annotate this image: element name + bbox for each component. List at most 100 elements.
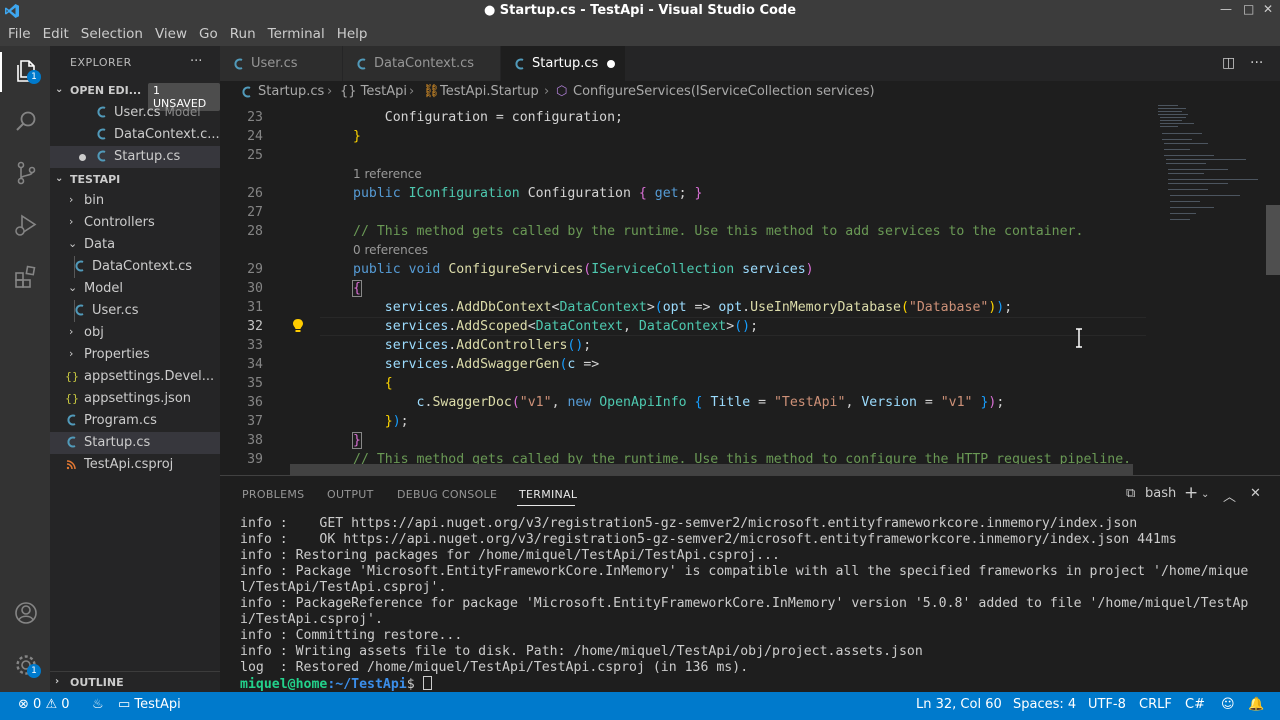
accounts-icon[interactable] (13, 600, 39, 626)
breadcrumb-class[interactable]: TestApi.Startup (440, 84, 539, 99)
class-icon: ⛓ (423, 84, 440, 99)
menu-file[interactable]: File (2, 26, 37, 42)
code-line-26: public IConfiguration Configuration { ge… (353, 186, 703, 201)
breadcrumb-namespace[interactable]: {} TestApi (340, 84, 407, 99)
maximize-panel-icon[interactable]: ︿ (1223, 486, 1236, 505)
active-indicator (0, 52, 2, 92)
tree-folder-data[interactable]: ⌄ Data (50, 234, 220, 256)
line-number: 23 (247, 110, 263, 125)
tree-file-datacontext[interactable]: DataContext.cs (50, 256, 220, 278)
chevron-right-icon: › (327, 84, 333, 99)
notifications-bell-icon[interactable]: 🔔 (1248, 697, 1264, 712)
horizontal-scrollbar[interactable] (290, 464, 1133, 475)
more-actions-icon[interactable]: ··· (190, 54, 202, 69)
tab-user-cs[interactable]: User.cs (220, 46, 343, 81)
tree-folder-obj[interactable]: › obj (50, 322, 220, 344)
line-number: 25 (247, 148, 263, 163)
open-editor-user[interactable]: User.cs Model (50, 102, 220, 124)
menu-terminal[interactable]: Terminal (262, 26, 331, 42)
terminal-line: log : Restored /home/miquel/TestApi/Test… (240, 660, 749, 675)
flame-icon[interactable]: ♨ (92, 697, 104, 712)
terminal-shell-select[interactable]: bash (1145, 486, 1176, 501)
code-editor[interactable]: 23 24 25 26 27 28 29 30 31 32 33 34 35 3… (220, 103, 1146, 475)
code-line-35: { (384, 376, 393, 391)
text-cursor-icon (1076, 328, 1082, 348)
tree-folder-controllers[interactable]: › Controllers (50, 212, 220, 234)
menu-view[interactable]: View (149, 26, 193, 42)
panel-tab-terminal[interactable]: TERMINAL (519, 488, 577, 501)
line-number: 27 (247, 205, 263, 220)
tab-datacontext-cs[interactable]: DataContext.cs (343, 46, 501, 81)
menu-edit[interactable]: Edit (37, 26, 75, 42)
lightbulb-icon[interactable] (291, 318, 305, 334)
open-editor-datacontext[interactable]: DataContext.c... (50, 124, 220, 146)
menu-go[interactable]: Go (193, 26, 224, 42)
codelens-references[interactable]: 1 reference (353, 167, 422, 181)
tab-startup-cs[interactable]: Startup.cs (501, 46, 626, 81)
tree-file-user[interactable]: User.cs (50, 300, 220, 322)
close-window-icon[interactable]: ✕ (1263, 2, 1273, 16)
chevron-right-icon: › (409, 84, 415, 99)
unsaved-dot-icon[interactable] (79, 154, 86, 161)
terminal-line: info : GET https://api.nuget.org/v3/regi… (240, 516, 1138, 531)
open-editor-startup[interactable]: Startup.cs (50, 146, 220, 168)
eol-status[interactable]: CRLF (1139, 697, 1172, 712)
terminal-line: i/TestApi.csproj'. (240, 612, 383, 627)
tree-file-csproj[interactable]: TestApi.csproj (50, 454, 220, 476)
terminal-cursor (422, 676, 432, 690)
tree-folder-bin[interactable]: › bin (50, 190, 220, 212)
source-control-icon[interactable] (13, 160, 39, 186)
terminal-line: info : PackageReference for package 'Mic… (240, 596, 1249, 611)
tree-file-appsettings-dev[interactable]: {} appsettings.Devel... (50, 366, 220, 388)
split-editor-icon[interactable]: ◫ (1222, 55, 1235, 71)
feedback-icon[interactable]: ☺ (1221, 697, 1235, 712)
panel-tab-debug-console[interactable]: DEBUG CONSOLE (397, 488, 497, 501)
project-status[interactable]: ▭ TestApi (118, 697, 181, 712)
code-line-38: } (352, 432, 362, 449)
minimize-icon[interactable]: — (1220, 2, 1232, 16)
code-line-34: services.AddSwaggerGen(c => (384, 357, 600, 372)
menu-selection[interactable]: Selection (75, 26, 149, 42)
outline-header[interactable]: › OUTLINE (50, 671, 220, 692)
tree-folder-properties[interactable]: › Properties (50, 344, 220, 366)
new-terminal-icon[interactable]: + (1184, 483, 1198, 503)
breadcrumb-file[interactable]: Startup.cs (258, 84, 324, 99)
encoding-status[interactable]: UTF-8 (1088, 697, 1126, 712)
close-panel-icon[interactable]: ✕ (1250, 486, 1261, 501)
more-actions-icon[interactable]: ··· (1250, 55, 1263, 71)
csharp-file-icon (97, 150, 106, 162)
panel-tab-output[interactable]: OUTPUT (327, 488, 374, 501)
chevron-right-icon: › (69, 325, 74, 338)
language-status[interactable]: C# (1185, 697, 1205, 712)
terminal-line: info : Restoring packages for /home/miqu… (240, 548, 780, 563)
code-line-31: services.AddDbContext<DataContext>(opt =… (384, 300, 1013, 315)
line-number: 28 (247, 224, 263, 239)
maximize-icon[interactable]: □ (1243, 2, 1254, 16)
panel-tab-problems[interactable]: PROBLEMS (242, 488, 304, 501)
terminal-prompt[interactable]: miquel@home:~/TestApi$ (240, 676, 432, 692)
menu-run[interactable]: Run (224, 26, 262, 42)
breadcrumb: Startup.cs › {} TestApi › ⛓ TestApi.Star… (220, 81, 1280, 103)
tree-file-startup[interactable]: Startup.cs (50, 432, 220, 454)
chevron-down-icon[interactable]: ⌄ (1201, 489, 1209, 500)
tree-file-program[interactable]: Program.cs (50, 410, 220, 432)
codelens-references[interactable]: 0 references (353, 243, 428, 257)
minimap[interactable] (1146, 103, 1280, 475)
open-editors-header[interactable]: ⌄ OPEN EDI... 1 UNSAVED (50, 80, 220, 111)
minimap-scrollbar[interactable] (1266, 205, 1280, 275)
tree-folder-model[interactable]: ⌄ Model (50, 278, 220, 300)
cursor-position[interactable]: Ln 32, Col 60 (916, 697, 1002, 712)
indentation-status[interactable]: Spaces: 4 (1013, 697, 1076, 712)
extensions-icon[interactable] (13, 264, 39, 290)
problems-status[interactable]: ⊗ 0 ⚠ 0 (18, 697, 70, 712)
unsaved-dot-icon[interactable] (607, 60, 615, 68)
menu-help[interactable]: Help (331, 26, 374, 42)
explorer-badge: 1 (27, 70, 41, 84)
tree-file-appsettings[interactable]: {} appsettings.json (50, 388, 220, 410)
code-line-24: } (353, 129, 361, 144)
breadcrumb-method[interactable]: ConfigureServices(IServiceCollection ser… (573, 84, 875, 99)
testapi-header[interactable]: ⌄ TESTAPI (50, 169, 220, 191)
run-debug-icon[interactable] (13, 212, 39, 238)
code-line-36: c.SwaggerDoc("v1", new OpenApiInfo { Tit… (416, 395, 1005, 410)
search-icon[interactable] (13, 109, 39, 135)
